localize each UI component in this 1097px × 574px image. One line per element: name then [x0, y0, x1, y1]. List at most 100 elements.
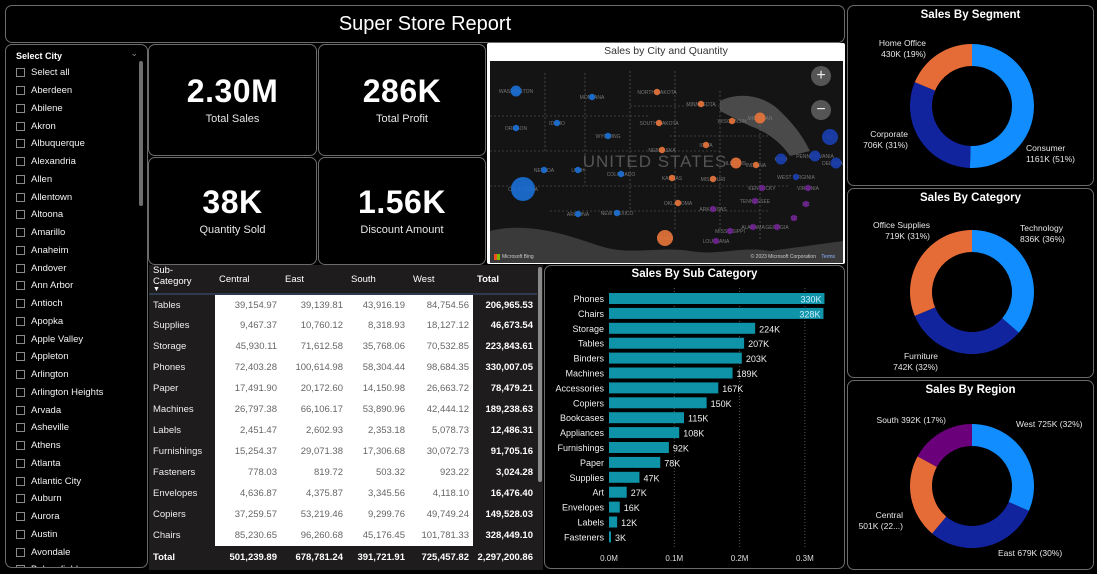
checkbox[interactable] [16, 387, 25, 397]
donut-slice[interactable] [910, 456, 947, 534]
city-bubble[interactable] [809, 150, 821, 162]
checkbox[interactable] [16, 370, 25, 380]
zoom-out-button[interactable]: − [811, 100, 831, 120]
terms-link[interactable]: Terms [821, 254, 835, 260]
column-header[interactable]: East [281, 265, 347, 295]
bar[interactable] [609, 412, 685, 424]
checkbox[interactable] [16, 405, 25, 415]
city-bubble[interactable] [655, 119, 663, 127]
city-bubble[interactable] [775, 153, 787, 165]
slicer-scrollbar[interactable] [139, 61, 143, 206]
city-option[interactable]: Atlanta [16, 455, 103, 473]
bar[interactable] [609, 397, 707, 409]
bar[interactable] [609, 501, 620, 513]
checkbox[interactable] [16, 334, 25, 344]
city-bubble[interactable] [802, 200, 810, 208]
column-header[interactable]: West [409, 265, 473, 295]
city-bubble[interactable] [553, 119, 561, 127]
city-bubble[interactable] [709, 175, 717, 183]
checkbox[interactable] [16, 547, 25, 557]
checkbox[interactable] [16, 494, 25, 504]
checkbox[interactable] [16, 458, 25, 468]
city-bubble[interactable] [658, 146, 666, 154]
city-bubble[interactable] [657, 230, 673, 246]
city-bubble[interactable] [730, 157, 742, 169]
city-option[interactable]: Atlantic City [16, 472, 103, 490]
checkbox[interactable] [16, 228, 25, 238]
city-bubble[interactable] [754, 112, 766, 124]
city-option[interactable]: Arlington Heights [16, 384, 103, 402]
city-bubble[interactable] [728, 117, 736, 125]
bar[interactable] [609, 337, 745, 349]
city-option[interactable]: Asheville [16, 419, 103, 437]
city-option[interactable]: Aberdeen [16, 82, 103, 100]
bar[interactable] [609, 307, 824, 319]
bar[interactable] [609, 382, 719, 394]
city-option[interactable]: Akron [16, 117, 103, 135]
donut-slice[interactable] [917, 424, 972, 467]
checkbox[interactable] [16, 157, 25, 167]
city-option[interactable]: Allen [16, 171, 103, 189]
checkbox[interactable] [16, 529, 25, 539]
bar[interactable] [609, 352, 742, 364]
checkbox[interactable] [16, 121, 25, 131]
city-bubble[interactable] [510, 85, 522, 97]
bar[interactable] [609, 471, 640, 483]
column-header[interactable]: Sub-Category ▼ [149, 265, 215, 295]
city-option[interactable]: Abilene [16, 100, 103, 118]
city-bubble[interactable] [697, 100, 705, 108]
checkbox[interactable] [16, 316, 25, 326]
city-bubble[interactable] [588, 93, 596, 101]
city-bubble[interactable] [674, 199, 682, 207]
city-bubble[interactable] [604, 132, 612, 140]
table-scrollbar[interactable] [538, 267, 542, 482]
checkbox[interactable] [16, 174, 25, 184]
bar[interactable] [609, 367, 733, 379]
city-slicer[interactable]: Select City ⌄ Select all Aberdeen Abilene A… [5, 44, 148, 568]
city-bubble[interactable] [804, 184, 812, 192]
city-option[interactable]: Apopka [16, 313, 103, 331]
city-option[interactable]: Bakersfield [16, 561, 103, 567]
column-header[interactable]: Total [473, 265, 537, 295]
checkbox[interactable] [16, 476, 25, 486]
city-option[interactable]: Arvada [16, 401, 103, 419]
checkbox[interactable] [16, 192, 25, 202]
city-bubble[interactable] [712, 237, 720, 245]
city-option[interactable]: Aurora [16, 508, 103, 526]
donut-slice[interactable] [910, 82, 971, 168]
bar[interactable] [609, 486, 627, 498]
city-option[interactable]: Anaheim [16, 242, 103, 260]
city-bubble[interactable] [758, 184, 766, 192]
bar[interactable] [609, 293, 825, 304]
bar[interactable] [609, 322, 756, 334]
city-bubble[interactable] [613, 209, 621, 217]
map-canvas[interactable]: UNITED STATESWASHINGTONOREGONIDAHOMONTAN… [490, 61, 843, 263]
city-bubble[interactable] [726, 227, 734, 235]
city-option[interactable]: Apple Valley [16, 330, 103, 348]
donut-slice[interactable] [914, 307, 1019, 354]
checkbox[interactable] [16, 281, 25, 291]
city-bubble[interactable] [790, 214, 798, 222]
city-option[interactable]: Amarillo [16, 224, 103, 242]
city-bubble[interactable] [752, 161, 760, 169]
city-option[interactable]: Auburn [16, 490, 103, 508]
city-bubble[interactable] [540, 166, 548, 174]
city-bubble[interactable] [830, 157, 842, 169]
checkbox[interactable] [16, 103, 25, 113]
city-option[interactable]: Austin [16, 526, 103, 544]
donut-slice[interactable] [972, 424, 1034, 511]
city-option[interactable]: Allentown [16, 188, 103, 206]
city-bubble[interactable] [617, 170, 625, 178]
city-bubble[interactable] [512, 124, 520, 132]
checkbox[interactable] [16, 299, 25, 309]
city-bubble[interactable] [749, 223, 757, 231]
city-bubble[interactable] [702, 141, 710, 149]
donut-slice[interactable] [932, 502, 1029, 548]
city-option[interactable]: Ann Arbor [16, 277, 103, 295]
city-bubble[interactable] [574, 210, 582, 218]
city-option[interactable]: Alexandria [16, 153, 103, 171]
checkbox[interactable] [16, 68, 25, 78]
bar[interactable] [609, 516, 618, 528]
city-bubble[interactable] [773, 223, 781, 231]
chevron-down-icon[interactable]: ⌄ [130, 48, 138, 59]
